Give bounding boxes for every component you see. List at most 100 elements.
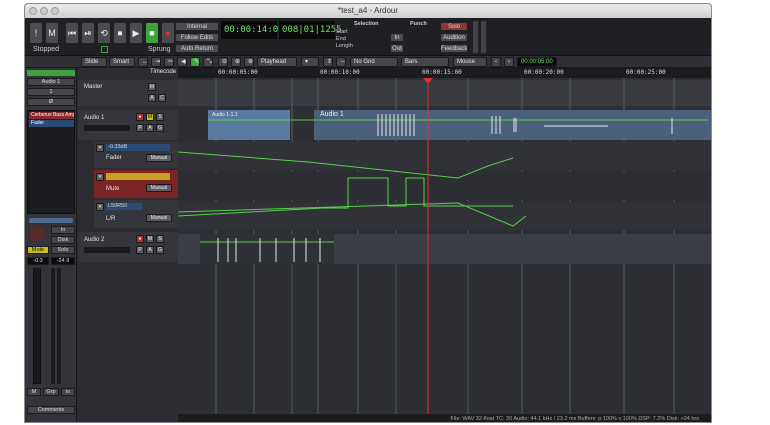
follow-edits-button[interactable]: Follow Edits: [175, 33, 219, 42]
master-track-header[interactable]: Master M A C: [78, 80, 178, 106]
master-color-button[interactable]: C: [158, 94, 166, 102]
feedback-button[interactable]: Feedback: [440, 44, 468, 53]
grid-type-select[interactable]: No Grid: [350, 57, 398, 67]
nudge-forward-icon[interactable]: ›: [504, 57, 514, 67]
audio1-gain-slider[interactable]: [84, 125, 130, 131]
timecode-ruler[interactable]: 00:00:05:00 00:00:10:00 00:00:15:00 00:0…: [178, 68, 711, 78]
solo-strip-button[interactable]: Solo: [51, 246, 75, 254]
mute-automation-toggle[interactable]: [106, 173, 170, 180]
nudge-back-icon[interactable]: ‹: [491, 57, 501, 67]
grid-unit-select[interactable]: Bars: [401, 57, 449, 67]
goto-end-button[interactable]: ⏯: [81, 22, 95, 44]
audio2-gain-slider[interactable]: [84, 247, 130, 253]
play-button[interactable]: ▶: [129, 22, 143, 44]
audio1-group-button[interactable]: G: [156, 124, 164, 132]
grab-tool-icon[interactable]: ↔: [138, 57, 148, 67]
audio1-solo-button[interactable]: S: [156, 113, 164, 121]
audio2-automation-button[interactable]: A: [146, 246, 154, 254]
expand-tracks-icon[interactable]: ⇕: [323, 57, 333, 67]
internal-sync-button[interactable]: Internal: [175, 22, 219, 31]
strip-input[interactable]: 1: [27, 88, 75, 96]
plugin-fader[interactable]: Fader: [29, 120, 74, 127]
io-button[interactable]: in: [61, 388, 75, 396]
sync-checkbox[interactable]: [101, 46, 108, 53]
zoom-focus-select[interactable]: Playhead: [257, 57, 297, 67]
primary-clock[interactable]: 00:00:14:09: [221, 21, 284, 39]
gain-fader[interactable]: [33, 268, 41, 384]
mute-automation-label: Mute: [106, 186, 120, 192]
audio2-solo-button[interactable]: S: [156, 235, 164, 243]
audio2-track-header[interactable]: Audio 2 ● M S P A G: [78, 232, 178, 262]
track-area[interactable]: Audio 1-1.1 Audio 1: [178, 78, 712, 423]
fader-automation-header[interactable]: ✕ -0.33dB Fader Manual: [94, 142, 178, 168]
mute-automation-header[interactable]: ✕ Mute Manual: [94, 170, 178, 198]
cut-tool-icon[interactable]: ✂: [164, 57, 174, 67]
mute-automation-mode[interactable]: Manual: [146, 184, 172, 192]
auto-return-button[interactable]: Auto Return: [175, 44, 219, 53]
audio1-track-header[interactable]: Audio 1 ● M S P A G: [78, 110, 178, 140]
zoom-window-icon[interactable]: [51, 7, 59, 15]
processor-box[interactable]: Cerberus Bass Amp Fader: [27, 110, 75, 214]
master-automation-button[interactable]: A: [148, 94, 156, 102]
shrink-tracks-icon[interactable]: ⇔: [336, 57, 346, 67]
audio2-group-button[interactable]: G: [156, 246, 164, 254]
rec-enable-icon[interactable]: [29, 226, 45, 242]
pan-automation-header[interactable]: ✕ L50R50 L/R Manual: [94, 200, 178, 228]
fader-automation-mode[interactable]: Manual: [146, 154, 172, 162]
metronome-button[interactable]: M: [45, 22, 59, 44]
comments-button[interactable]: Comments: [27, 406, 75, 414]
minimize-window-icon[interactable]: [40, 7, 48, 15]
pan-slider[interactable]: [29, 218, 73, 223]
stop-button[interactable]: ■: [145, 22, 159, 44]
close-pan-lane-icon[interactable]: ✕: [96, 203, 104, 211]
audio2-mute-button[interactable]: M: [146, 235, 154, 243]
audio1-automation-button[interactable]: A: [146, 124, 154, 132]
audio1-mute-button[interactable]: M: [146, 113, 154, 121]
stretch-tool-icon[interactable]: ⤡: [203, 57, 213, 67]
strip-width-button[interactable]: [27, 70, 75, 76]
loop-button[interactable]: ⟲: [97, 22, 111, 44]
edit-point-select[interactable]: Mouse: [453, 57, 487, 67]
nudge-clock[interactable]: 00:00:05:00: [517, 57, 557, 67]
monitor-disk-button[interactable]: Disk: [51, 236, 75, 244]
play-range-button[interactable]: ⏹: [113, 22, 127, 44]
close-mute-lane-icon[interactable]: ✕: [96, 173, 104, 181]
audio2-playlist-button[interactable]: P: [136, 246, 144, 254]
zoom-in-icon[interactable]: ⊕: [231, 57, 241, 67]
zoom-out-icon[interactable]: ⊖: [218, 57, 228, 67]
record-button[interactable]: ●: [161, 22, 175, 44]
audio1-rec-button[interactable]: ●: [136, 113, 144, 121]
gain-tool-icon[interactable]: ◀: [177, 57, 187, 67]
group-button[interactable]: Grp: [43, 388, 59, 396]
strip-name[interactable]: Audio 1: [27, 78, 75, 86]
zoom-fit-icon[interactable]: ⊗: [244, 57, 254, 67]
audio2-rec-button[interactable]: ●: [136, 235, 144, 243]
punch-in-button[interactable]: In: [390, 33, 404, 42]
gain-display[interactable]: -0.3: [27, 257, 49, 265]
meter-point-button[interactable]: M: [27, 388, 41, 396]
audio1-playlist-button[interactable]: P: [136, 124, 144, 132]
tracks-select[interactable]: ▾: [301, 57, 319, 67]
alert-button[interactable]: !: [29, 22, 43, 44]
editor-canvas[interactable]: 00:00:05:00 00:00:10:00 00:00:15:00 00:0…: [178, 68, 712, 423]
audition-button[interactable]: Audition: [440, 33, 468, 42]
peak-display[interactable]: -24.9: [51, 257, 75, 265]
pan-automation-value[interactable]: L50R50: [106, 203, 142, 210]
edit-mode-select[interactable]: Slide: [81, 57, 107, 67]
phase-invert-button[interactable]: Ø: [27, 98, 75, 106]
master-mute-button[interactable]: M: [148, 83, 156, 91]
range-tool-icon[interactable]: ⇥: [151, 57, 161, 67]
pan-automation-mode[interactable]: Manual: [146, 214, 172, 222]
plugin-cerberus[interactable]: Cerberus Bass Amp: [29, 112, 74, 119]
mute-button[interactable]: Mute: [27, 246, 49, 254]
solo-button[interactable]: Solo: [440, 22, 468, 31]
goto-start-button[interactable]: ⏮: [65, 22, 79, 44]
draw-tool-icon[interactable]: ✎: [190, 57, 200, 67]
close-fader-lane-icon[interactable]: ✕: [96, 144, 104, 152]
smart-mode-select[interactable]: Smart: [109, 57, 135, 67]
fader-automation-value[interactable]: -0.33dB: [106, 144, 170, 151]
close-window-icon[interactable]: [29, 7, 37, 15]
punch-out-button[interactable]: Out: [390, 44, 404, 53]
secondary-clock[interactable]: 008|01|1255: [279, 21, 342, 39]
monitor-in-button[interactable]: In: [51, 226, 75, 234]
